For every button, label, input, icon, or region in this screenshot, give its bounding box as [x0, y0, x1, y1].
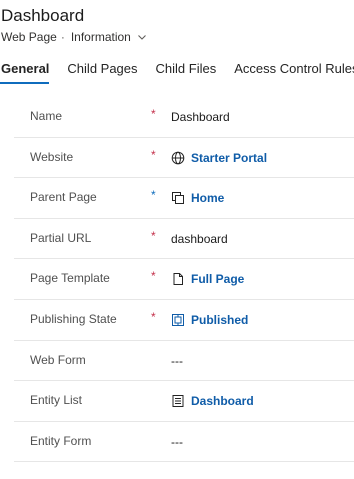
entity-form-field[interactable]: ---: [171, 435, 183, 449]
page-template-lookup-link[interactable]: Full Page: [171, 272, 244, 286]
field-label-name: Name: [30, 109, 63, 123]
record-title: Dashboard: [1, 6, 85, 25]
field-label-web-form: Web Form: [30, 352, 86, 367]
tab-child-pages[interactable]: Child Pages: [67, 60, 137, 86]
field-row-entity-form: Entity Form ---: [14, 422, 354, 463]
tab-bar: General Child Pages Child Files Access C…: [0, 60, 354, 86]
field-row-partial-url: Partial URL * dashboard: [14, 219, 354, 260]
field-row-name: Name * Dashboard: [14, 97, 354, 138]
publishing-state-lookup-link[interactable]: Published: [171, 313, 248, 327]
required-indicator: *: [151, 228, 156, 243]
list-icon: [172, 395, 184, 408]
record-header: Dashboard Web Page · Information: [0, 6, 354, 45]
chevron-down-icon: [137, 35, 146, 40]
entity-list-lookup-label: Dashboard: [191, 394, 254, 409]
field-row-page-template: Page Template * Full Page: [14, 259, 354, 300]
web-form-field[interactable]: ---: [171, 354, 183, 368]
page-template-lookup-label: Full Page: [191, 272, 245, 287]
general-form: Name * Dashboard Website * Starter Porta…: [14, 97, 354, 463]
field-label-website: Website: [30, 149, 74, 164]
tab-child-files[interactable]: Child Files: [156, 60, 217, 86]
document-icon: [173, 273, 183, 286]
field-label-entity-list: Entity List: [30, 393, 83, 408]
field-row-website: Website * Starter Portal: [14, 138, 354, 179]
field-row-parent-page: Parent Page * Home: [14, 178, 354, 219]
field-row-web-form: Web Form ---: [14, 341, 354, 382]
pages-icon: [172, 192, 184, 205]
field-row-publishing-state: Publishing State * Published: [14, 300, 354, 341]
record-subtitle: Web Page · Information: [0, 29, 354, 45]
field-label-publishing-state: Publishing State: [30, 311, 117, 326]
field-label-parent-page: Parent Page: [30, 190, 97, 205]
subtitle-separator: ·: [60, 30, 65, 44]
entity-list-lookup-link[interactable]: Dashboard: [171, 394, 254, 408]
name-field[interactable]: Dashboard: [171, 110, 230, 124]
field-label-entity-form: Entity Form: [30, 433, 92, 448]
required-indicator: *: [151, 309, 156, 324]
website-lookup-link[interactable]: Starter Portal: [171, 151, 267, 165]
recommended-indicator: *: [151, 188, 156, 203]
required-indicator: *: [151, 107, 156, 121]
form-selector[interactable]: Information: [71, 29, 147, 45]
required-indicator: *: [151, 147, 156, 162]
field-label-partial-url: Partial URL: [30, 230, 92, 245]
publishing-state-lookup-label: Published: [191, 312, 249, 327]
globe-icon: [171, 151, 185, 164]
parent-page-lookup-link[interactable]: Home: [171, 191, 224, 205]
required-indicator: *: [151, 269, 156, 284]
field-label-page-template: Page Template: [30, 271, 110, 286]
tab-access-control-rules[interactable]: Access Control Rules: [234, 60, 354, 86]
website-lookup-label: Starter Portal: [191, 150, 268, 165]
tab-general[interactable]: General: [0, 60, 50, 86]
partial-url-field[interactable]: dashboard: [171, 232, 228, 246]
entity-name: Web Page: [1, 30, 57, 44]
form-selector-label: Information: [70, 30, 131, 44]
field-row-entity-list: Entity List Dashboard: [14, 381, 354, 422]
state-icon: [172, 313, 184, 326]
parent-page-lookup-label: Home: [191, 191, 225, 206]
